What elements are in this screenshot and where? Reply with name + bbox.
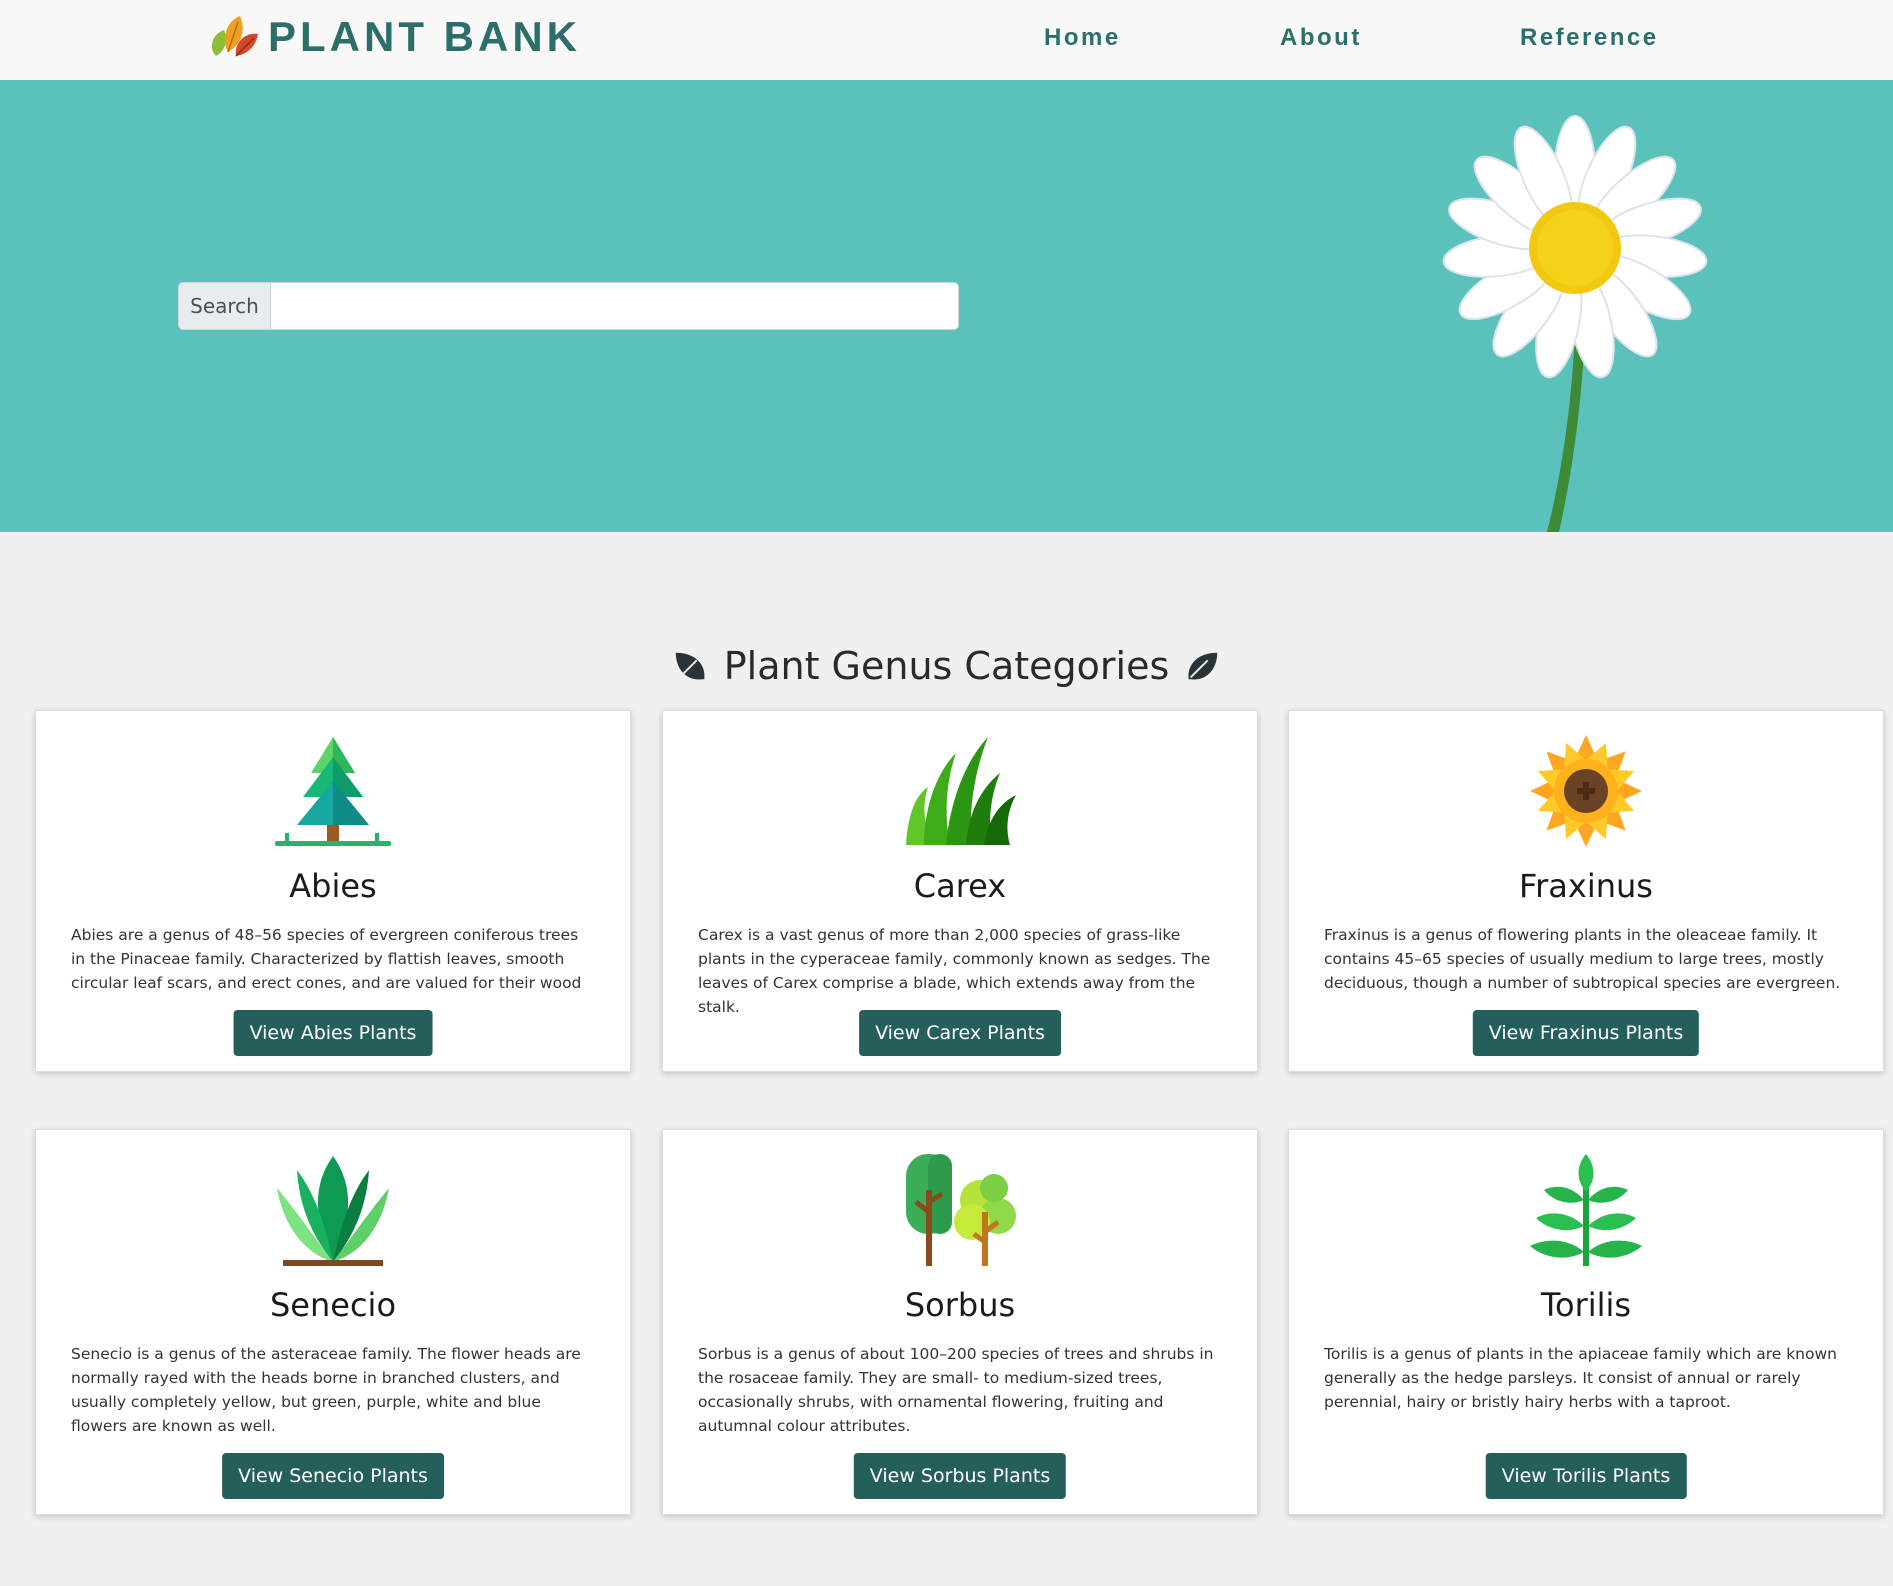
card-title: Abies — [289, 867, 377, 905]
section-title: Plant Genus Categories — [0, 644, 1893, 688]
card-description: Carex is a vast genus of more than 2,000… — [698, 926, 1211, 1016]
view-abies-button[interactable]: View Abies Plants — [233, 1010, 433, 1056]
view-senecio-button[interactable]: View Senecio Plants — [222, 1453, 444, 1499]
card-title: Torilis — [1540, 1286, 1632, 1324]
grass-icon — [906, 737, 1016, 845]
leaf-icon — [1188, 652, 1218, 680]
card-description: Torilis is a genus of plants in the apia… — [1324, 1345, 1837, 1411]
fir-tree-icon — [275, 737, 391, 846]
nav-about-link[interactable]: About — [1280, 24, 1362, 52]
search-input[interactable] — [271, 282, 959, 330]
nav-home-link[interactable]: Home — [1044, 24, 1121, 52]
succulent-plant-icon — [277, 1156, 389, 1266]
view-carex-button[interactable]: View Carex Plants — [859, 1010, 1061, 1056]
fern-leaf-icon — [1530, 1154, 1642, 1266]
card-description: Fraxinus is a genus of flowering plants … — [1324, 926, 1841, 992]
autumn-leaves-icon — [211, 16, 258, 57]
view-fraxinus-button[interactable]: View Fraxinus Plants — [1472, 1010, 1700, 1056]
leaf-icon — [675, 652, 705, 680]
card-title: Carex — [913, 867, 1007, 905]
card-description: Abies are a genus of 48–56 species of ev… — [71, 926, 582, 992]
card-title: Fraxinus — [1519, 867, 1653, 905]
card-description: Senecio is a genus of the asteraceae fam… — [71, 1345, 581, 1435]
brand-name: PLANT BANK — [268, 13, 581, 60]
nav-reference-link[interactable]: Reference — [1520, 24, 1659, 52]
genus-card-fraxinus: Fraxinus Fraxinus is a genus of flowerin… — [1288, 710, 1884, 1072]
daisy-flower-icon — [1442, 115, 1708, 532]
section-title-text: Plant Genus Categories — [723, 644, 1170, 688]
card-description: Sorbus is a genus of about 100–200 speci… — [698, 1345, 1214, 1435]
genus-card-carex: Carex Carex is a vast genus of more than… — [662, 710, 1258, 1072]
navbar: PLANT BANK Home About Reference — [0, 0, 1893, 80]
view-torilis-button[interactable]: View Torilis Plants — [1485, 1453, 1687, 1499]
genus-card-torilis: Torilis Torilis is a genus of plants in … — [1288, 1129, 1884, 1515]
genus-card-abies: Abies Abies are a genus of 48–56 species… — [35, 710, 631, 1072]
view-sorbus-button[interactable]: View Sorbus Plants — [853, 1453, 1067, 1499]
card-title: Senecio — [269, 1286, 397, 1324]
genus-card-senecio: Senecio Senecio is a genus of the astera… — [35, 1129, 631, 1515]
search-label: Search — [178, 282, 271, 330]
hero-banner: Search — [0, 80, 1893, 532]
search-group: Search — [178, 282, 959, 330]
card-title: Sorbus — [904, 1286, 1016, 1324]
brand-link[interactable]: PLANT BANK — [206, 12, 581, 62]
sunflower-icon — [1530, 735, 1642, 847]
genus-card-sorbus: Sorbus Sorbus is a genus of about 100–20… — [662, 1129, 1258, 1515]
trees-icon — [906, 1154, 1016, 1266]
